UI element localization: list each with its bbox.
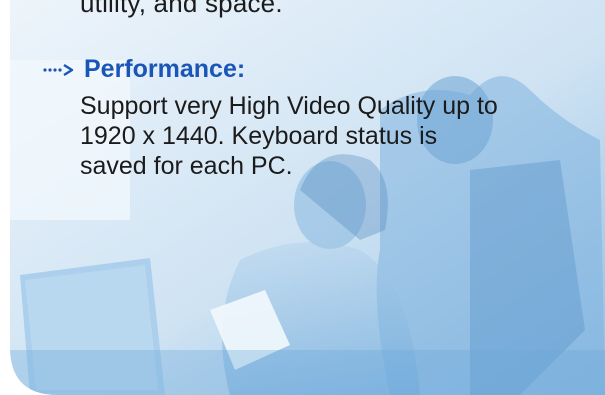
text-layer: utility, and space. Performance: Support…	[0, 0, 605, 395]
body-line: saved for each PC.	[80, 152, 293, 180]
body-line: Support very High Video Quality up to	[80, 92, 498, 120]
dotted-arrow-icon	[43, 63, 74, 76]
section-heading: Performance:	[42, 55, 245, 84]
body-line: 1920 x 1440. Keyboard status is	[80, 122, 438, 150]
body-paragraph: Support very High Video Quality up to 19…	[80, 91, 600, 181]
previous-line-text: utility, and space.	[80, 0, 283, 18]
feature-panel: utility, and space. Performance: Support…	[0, 0, 605, 395]
heading-label: Performance:	[84, 55, 246, 83]
